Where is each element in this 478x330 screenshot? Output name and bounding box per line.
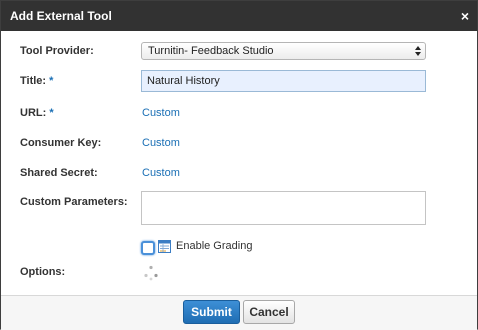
custom-parameters-label: Custom Parameters:	[20, 196, 128, 208]
add-external-tool-dialog: Add External Tool × Tool Provider: Turni…	[0, 0, 478, 330]
required-mark: *	[49, 107, 54, 119]
enable-grading-checkbox[interactable]	[141, 241, 155, 255]
consumer-key-custom-link[interactable]: Custom	[142, 137, 180, 149]
dialog-title: Add External Tool	[10, 9, 112, 23]
url-label-text: URL:	[20, 107, 47, 119]
loading-spinner-icon	[144, 265, 158, 281]
tool-provider-label: Tool Provider:	[20, 45, 94, 57]
custom-parameters-textarea[interactable]	[141, 191, 426, 225]
url-custom-link[interactable]: Custom	[142, 107, 180, 119]
dialog-titlebar: Add External Tool ×	[1, 1, 477, 31]
tool-provider-selected: Turnitin- Feedback Studio	[148, 45, 274, 57]
options-label: Options:	[20, 266, 66, 278]
select-updown-icon	[415, 43, 421, 59]
shared-secret-label: Shared Secret:	[20, 167, 98, 179]
cancel-button[interactable]: Cancel	[243, 300, 295, 324]
title-label: Title: *	[20, 75, 53, 87]
required-mark: *	[49, 75, 54, 87]
shared-secret-custom-link[interactable]: Custom	[142, 167, 180, 179]
gradebook-icon	[158, 240, 171, 253]
consumer-key-label: Consumer Key:	[20, 137, 102, 149]
close-icon[interactable]: ×	[461, 1, 469, 31]
dialog-footer: Submit Cancel	[1, 295, 477, 330]
enable-grading-label: Enable Grading	[176, 240, 253, 252]
tool-provider-select[interactable]: Turnitin- Feedback Studio	[141, 42, 426, 60]
title-input[interactable]	[141, 70, 426, 92]
submit-button[interactable]: Submit	[183, 300, 240, 324]
url-label: URL: *	[20, 107, 54, 119]
title-label-text: Title:	[20, 75, 47, 87]
